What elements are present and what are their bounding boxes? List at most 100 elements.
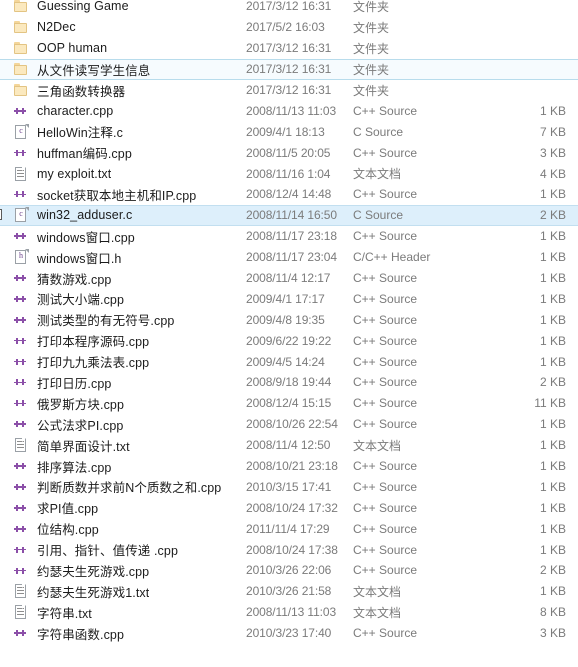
cell-modified-date: 2010/3/23 17:40 bbox=[246, 626, 332, 641]
cell-name[interactable]: windows窗口.cpp bbox=[0, 227, 246, 246]
cpp-file-icon bbox=[13, 333, 29, 349]
cell-size: 8 KB bbox=[539, 605, 566, 620]
cell-name[interactable]: h windows窗口.h bbox=[0, 248, 246, 267]
table-row[interactable]: 字符串函数.cpp 2010/3/23 17:40 C++ Source 3 KB bbox=[0, 623, 578, 644]
cell-type: C++ Source bbox=[353, 626, 418, 641]
table-row[interactable]: 字符串.txt 2008/11/13 11:03 文本文档 8 KB bbox=[0, 602, 578, 623]
table-row[interactable]: 约瑟夫生死游戏.cpp 2010/3/26 22:06 C++ Source 2 KB bbox=[0, 560, 578, 581]
cell-type: C++ Source bbox=[353, 521, 418, 536]
file-name-label: 三角函数转换器 bbox=[37, 84, 126, 99]
file-name-label: 约瑟夫生死游戏1.txt bbox=[37, 585, 150, 600]
cell-name[interactable]: 位结构.cpp bbox=[0, 519, 246, 538]
txt-file-icon bbox=[13, 604, 29, 620]
cell-size: 1 KB bbox=[539, 417, 566, 432]
table-row[interactable]: windows窗口.cpp 2008/11/17 23:18 C++ Source 1… bbox=[0, 226, 578, 247]
table-row[interactable]: 公式法求PI.cpp 2008/10/26 22:54 C++ Source 1 KB bbox=[0, 414, 578, 435]
cell-name[interactable]: 字符串.txt bbox=[0, 603, 246, 622]
txt-file-icon bbox=[13, 437, 29, 453]
cell-name[interactable]: 引用、指针、值传递 .cpp bbox=[0, 540, 246, 559]
table-row[interactable]: 从文件读写学生信息 2017/3/12 16:31 文件夹 bbox=[0, 58, 578, 80]
cell-name[interactable]: Guessing Game bbox=[0, 0, 246, 14]
cell-name[interactable]: character.cpp bbox=[0, 103, 246, 119]
cell-name[interactable]: 公式法求PI.cpp bbox=[0, 415, 246, 434]
table-row[interactable]: OOP human 2017/3/12 16:31 文件夹 bbox=[0, 38, 578, 59]
cell-name[interactable]: 判断质数并求前N个质数之和.cpp bbox=[0, 477, 246, 496]
file-name-label: HelloWin注释.c bbox=[37, 126, 123, 141]
cell-type: C Source bbox=[353, 208, 404, 223]
file-name-label: win32_adduser.c bbox=[37, 208, 133, 223]
table-row[interactable]: 俄罗斯方块.cpp 2008/12/4 15:15 C++ Source 11 KB bbox=[0, 393, 578, 414]
cell-name[interactable]: OOP human bbox=[0, 40, 246, 56]
table-row[interactable]: 打印九九乘法表.cpp 2009/4/5 14:24 C++ Source 1 KB bbox=[0, 351, 578, 372]
table-row[interactable]: 位结构.cpp 2011/11/4 17:29 C++ Source 1 KB bbox=[0, 518, 578, 539]
cell-name[interactable]: huffman编码.cpp bbox=[0, 143, 246, 162]
cell-size: 1 KB bbox=[539, 521, 566, 536]
txt-file-icon bbox=[13, 583, 29, 599]
table-row[interactable]: 猜数游戏.cpp 2008/11/4 12:17 C++ Source 1 KB bbox=[0, 268, 578, 289]
cell-size: 1 KB bbox=[539, 187, 566, 202]
table-row[interactable]: Guessing Game 2017/3/12 16:31 文件夹 bbox=[0, 0, 578, 17]
cell-name[interactable]: 测试类型的有无符号.cpp bbox=[0, 310, 246, 329]
table-row[interactable]: 三角函数转换器 2017/3/12 16:31 文件夹 bbox=[0, 80, 578, 101]
table-row[interactable]: 测试大小端.cpp 2009/4/1 17:17 C++ Source 1 KB bbox=[0, 288, 578, 309]
cell-size: 1 KB bbox=[539, 459, 566, 474]
cell-modified-date: 2008/11/5 20:05 bbox=[246, 145, 331, 160]
cell-modified-date: 2010/3/15 17:41 bbox=[246, 479, 332, 494]
table-row[interactable]: c win32_adduser.c 2008/11/14 16:50 C Source… bbox=[0, 204, 578, 226]
cell-name[interactable]: N2Dec bbox=[0, 19, 246, 35]
cell-modified-date: 2008/11/16 1:04 bbox=[246, 166, 331, 181]
cell-name[interactable]: 约瑟夫生死游戏1.txt bbox=[0, 582, 246, 601]
file-name-label: character.cpp bbox=[37, 103, 114, 118]
table-row[interactable]: 打印本程序源码.cpp 2009/6/22 19:22 C++ Source 1 KB bbox=[0, 330, 578, 351]
cell-name[interactable]: 打印九九乘法表.cpp bbox=[0, 352, 246, 371]
cell-name[interactable]: c HelloWin注释.c bbox=[0, 122, 246, 141]
cell-name[interactable]: 求PI值.cpp bbox=[0, 498, 246, 517]
table-row[interactable]: 简单界面设计.txt 2008/11/4 12:50 文本文档 1 KB bbox=[0, 435, 578, 456]
cell-modified-date: 2009/4/8 19:35 bbox=[246, 312, 325, 327]
cell-name[interactable]: 简单界面设计.txt bbox=[0, 436, 246, 455]
table-row[interactable]: huffman编码.cpp 2008/11/5 20:05 C++ Source 3 … bbox=[0, 142, 578, 163]
table-row[interactable]: 打印日历.cpp 2008/9/18 19:44 C++ Source 2 KB bbox=[0, 372, 578, 393]
table-row[interactable]: c HelloWin注释.c 2009/4/1 18:13 C Source 7 KB bbox=[0, 121, 578, 142]
cell-size: 1 KB bbox=[539, 354, 566, 369]
cell-type: 文件夹 bbox=[353, 41, 390, 56]
cell-size: 4 KB bbox=[539, 166, 566, 181]
table-row[interactable]: character.cpp 2008/11/13 11:03 C++ Source 1… bbox=[0, 100, 578, 121]
cell-size: 1 KB bbox=[539, 291, 566, 306]
file-name-label: N2Dec bbox=[37, 20, 76, 35]
cell-name[interactable]: socket获取本地主机和IP.cpp bbox=[0, 185, 246, 204]
cell-size: 1 KB bbox=[539, 271, 566, 286]
cell-name[interactable]: 俄罗斯方块.cpp bbox=[0, 394, 246, 413]
cell-type: C++ Source bbox=[353, 417, 418, 432]
file-list[interactable]: Guessing Game 2017/3/12 16:31 文件夹 N2Dec 2017… bbox=[0, 0, 578, 663]
cell-name[interactable]: my exploit.txt bbox=[0, 166, 246, 182]
cell-name[interactable]: 从文件读写学生信息 bbox=[0, 60, 246, 79]
cell-name[interactable]: 猜数游戏.cpp bbox=[0, 269, 246, 288]
cell-name[interactable]: 打印本程序源码.cpp bbox=[0, 331, 246, 350]
table-row[interactable]: h windows窗口.h 2008/11/17 23:04 C/C++ Header… bbox=[0, 247, 578, 268]
table-row[interactable]: 求PI值.cpp 2008/10/24 17:32 C++ Source 1 KB bbox=[0, 497, 578, 518]
cell-name[interactable]: 字符串函数.cpp bbox=[0, 624, 246, 643]
table-row[interactable]: 引用、指针、值传递 .cpp 2008/10/24 17:38 C++ Source… bbox=[0, 539, 578, 560]
table-row[interactable]: 判断质数并求前N个质数之和.cpp 2010/3/15 17:41 C++ Sour… bbox=[0, 476, 578, 497]
cell-name[interactable]: 打印日历.cpp bbox=[0, 373, 246, 392]
cpp-file-icon bbox=[13, 270, 29, 286]
table-row[interactable]: N2Dec 2017/5/2 16:03 文件夹 bbox=[0, 17, 578, 38]
cell-name[interactable]: 三角函数转换器 bbox=[0, 81, 246, 100]
table-row[interactable]: my exploit.txt 2008/11/16 1:04 文本文档 4 KB bbox=[0, 163, 578, 184]
cell-name[interactable]: 约瑟夫生死游戏.cpp bbox=[0, 561, 246, 580]
table-row[interactable]: socket获取本地主机和IP.cpp 2008/12/4 14:48 C++ So… bbox=[0, 184, 578, 205]
cell-type: C++ Source bbox=[353, 312, 418, 327]
table-row[interactable]: 排序算法.cpp 2008/10/21 23:18 C++ Source 1 KB bbox=[0, 456, 578, 477]
cell-modified-date: 2009/4/5 14:24 bbox=[246, 354, 325, 369]
cell-name[interactable]: 排序算法.cpp bbox=[0, 457, 246, 476]
cell-name[interactable]: c win32_adduser.c bbox=[0, 207, 246, 223]
cell-type: 文本文档 bbox=[353, 605, 402, 620]
cell-type: 文本文档 bbox=[353, 438, 402, 453]
file-name-label: 求PI值.cpp bbox=[37, 502, 99, 517]
table-row[interactable]: 测试类型的有无符号.cpp 2009/4/8 19:35 C++ Source 1 K… bbox=[0, 309, 578, 330]
cell-type: C++ Source bbox=[353, 542, 418, 557]
cell-name[interactable]: 测试大小端.cpp bbox=[0, 289, 246, 308]
file-name-label: 字符串函数.cpp bbox=[37, 627, 125, 642]
table-row[interactable]: 约瑟夫生死游戏1.txt 2010/3/26 21:58 文本文档 1 KB bbox=[0, 581, 578, 602]
